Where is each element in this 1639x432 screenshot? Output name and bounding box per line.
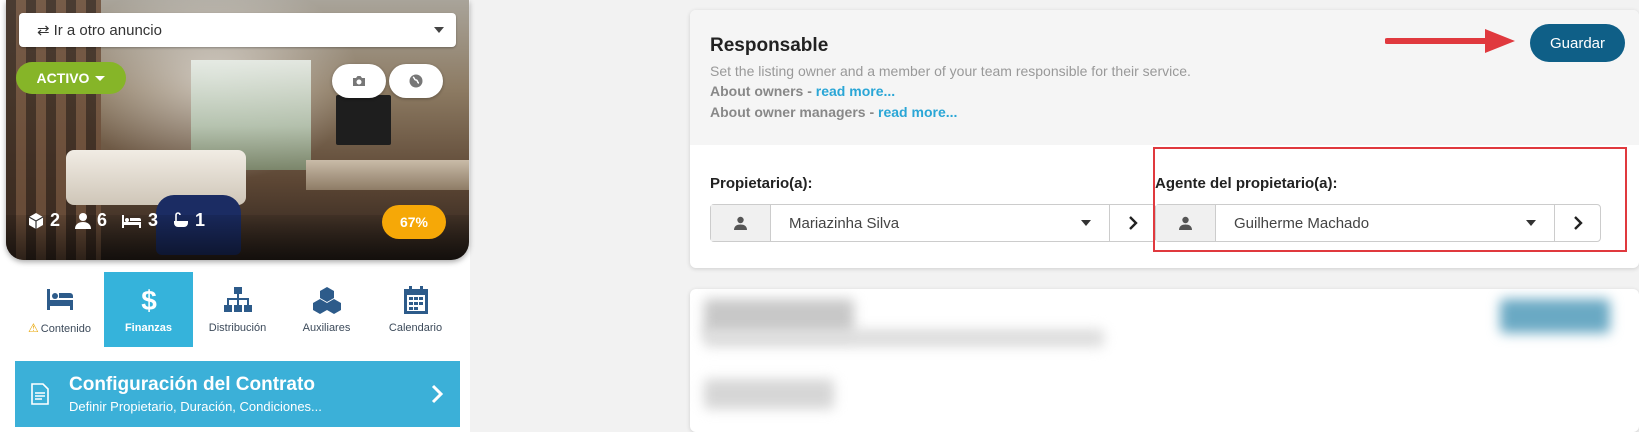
globe-icon [409,74,423,88]
exchange-icon: ⇄ [37,22,50,39]
owner-select[interactable]: Mariazinha Silva [710,204,1156,242]
dollar-icon: $ [141,286,157,314]
blurred-line [704,329,1104,347]
about-managers-row: About owner managers - read more... [710,104,1619,120]
save-button[interactable]: Guardar [1530,24,1625,62]
tab-label: Contenido [40,322,91,335]
blurred-card [690,289,1639,432]
section-description: Set the listing owner and a member of yo… [710,63,1191,79]
stat-beds-value: 3 [148,210,159,230]
cubes-icon [312,286,341,314]
caret-down-icon [95,75,106,81]
bath-icon [174,211,189,227]
document-icon [31,383,49,405]
goto-listing-label: Ir a otro anuncio [53,21,162,39]
contract-title: Configuración del Contrato [69,374,315,395]
photos-button[interactable] [332,64,386,98]
contract-subtitle: Definir Propietario, Duración, Condicion… [69,399,322,414]
chevron-down-icon [1063,205,1109,241]
tab-calendario[interactable]: Calendario [371,272,460,347]
tab-contenido[interactable]: ⚠ Contenido [15,272,104,347]
about-owners-link[interactable]: read more... [816,83,895,99]
contract-config-item[interactable]: Configuración del Contrato Definir Propi… [15,361,460,427]
listing-sidebar: ⇄ Ir a otro anuncio ACTIVO 2 6 3 1 67% ⚠… [0,0,470,432]
photo-tv [336,95,391,145]
chevron-right-icon [431,384,444,404]
tab-auxiliares[interactable]: Auxiliares [282,272,371,347]
svg-text:$: $ [141,286,157,314]
tab-label: Auxiliares [302,321,351,334]
stat-guests-value: 6 [97,210,108,230]
owner-field: Propietario(a): Mariazinha Silva [710,175,1156,242]
about-owners-label: About owners - [710,83,816,99]
about-managers-label: About owner managers - [710,104,879,120]
stat-units: 2 [27,210,60,231]
stat-baths: 1 [172,210,205,231]
completion-badge: 67% [382,205,446,239]
tab-label: Finanzas [124,321,173,334]
tab-label: Calendario [388,321,443,334]
stat-beds: 3 [121,210,158,231]
about-managers-link[interactable]: read more... [878,104,957,120]
warning-icon: ⚠ [28,320,39,335]
camera-icon [353,76,365,86]
bed-icon [122,214,142,228]
listing-stats: 2 6 3 1 [27,210,205,231]
chevron-down-icon [434,27,444,33]
tab-finanzas[interactable]: $ Finanzas [104,272,193,347]
owner-label: Propietario(a): [710,175,813,192]
status-label: ACTIVO [36,70,90,86]
red-arrow-annotation [1385,29,1515,53]
blurred-field [704,379,834,409]
blurred-button [1500,299,1610,333]
chevron-right-icon [1128,216,1138,230]
stat-units-value: 2 [50,210,61,230]
owner-go-button[interactable] [1109,205,1155,241]
listing-tabs: ⚠ Contenido $ Finanzas Distribución Auxil… [15,272,460,347]
cube-icon [28,212,44,229]
goto-listing-select[interactable]: ⇄ Ir a otro anuncio [19,13,456,47]
agent-highlight-box [1153,147,1627,252]
stat-baths-value: 1 [195,210,206,230]
calendar-icon [403,285,428,314]
photo-tv-unit [306,160,469,190]
tab-distribucion[interactable]: Distribución [193,272,282,347]
owner-value: Mariazinha Silva [789,214,900,232]
sitemap-icon [223,286,252,312]
user-icon [711,205,771,241]
user-icon [75,212,92,229]
bed-icon [46,288,73,310]
map-button[interactable] [389,64,443,98]
status-dropdown[interactable]: ACTIVO [16,62,126,94]
tab-label: Distribución [208,321,267,334]
stat-guests: 6 [74,210,107,231]
about-owners-row: About owners - read more... [710,83,1619,99]
